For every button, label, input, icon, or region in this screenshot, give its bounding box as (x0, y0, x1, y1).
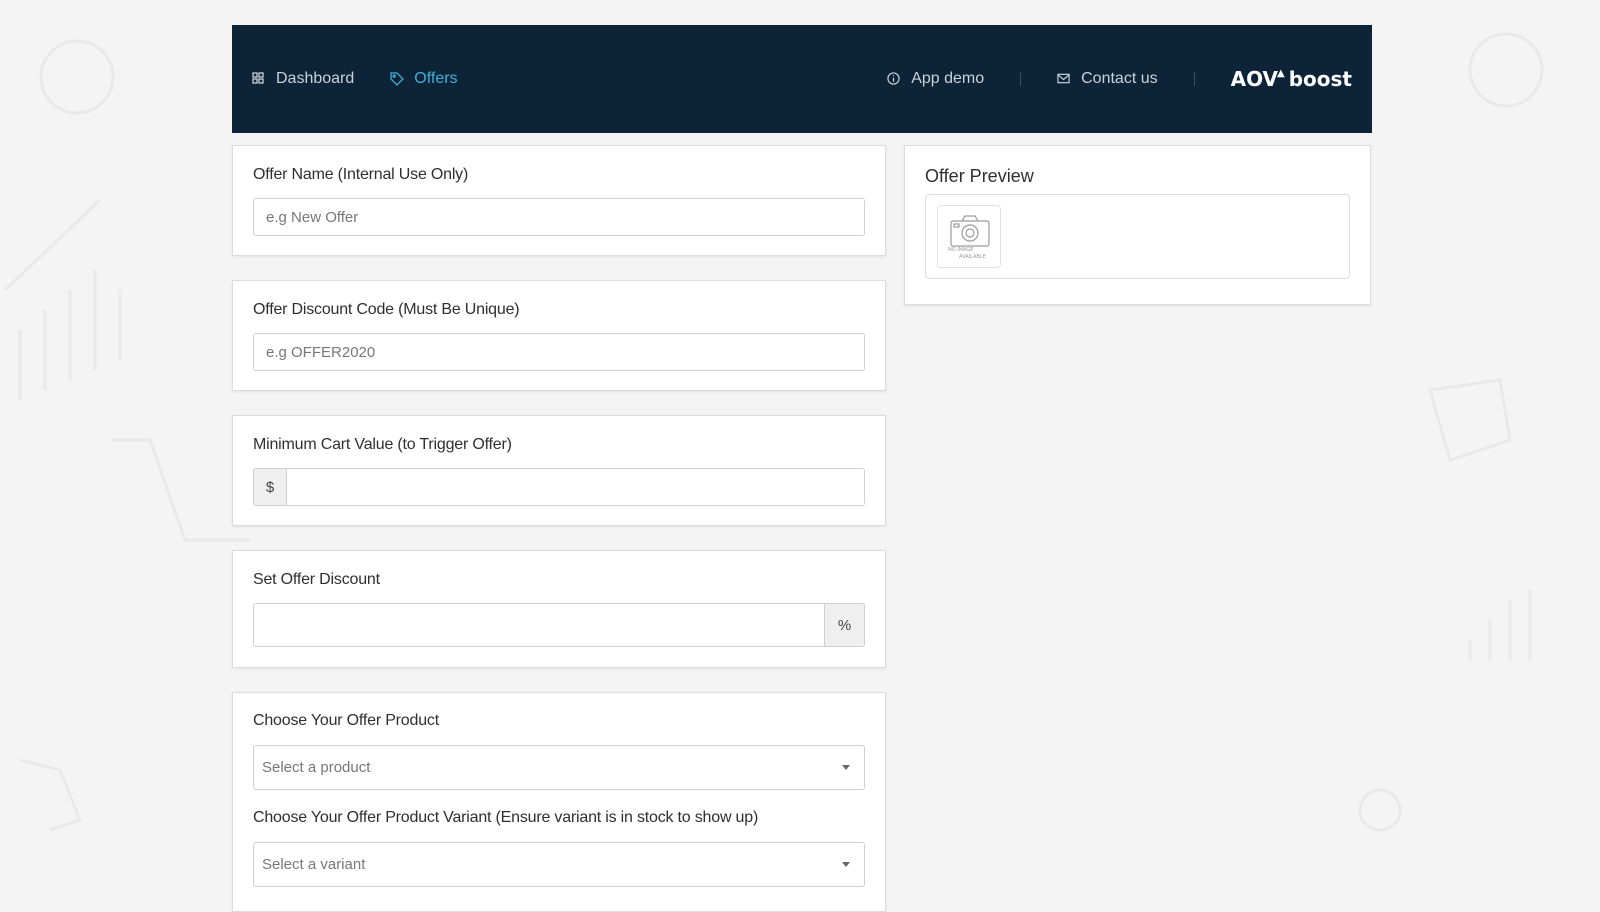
variant-select[interactable]: Select a variant (253, 842, 865, 887)
nav-item-app-demo[interactable]: App demo (887, 70, 984, 88)
nav-item-offers[interactable]: Offers (390, 70, 458, 88)
offer-product-card: Choose Your Offer Product Select a produ… (232, 692, 886, 912)
tag-icon (390, 72, 405, 86)
nav-separator (1193, 72, 1195, 86)
product-image-placeholder: NO IMAGE AVAILABLE (937, 205, 1001, 268)
no-image-text: NO IMAGE (948, 247, 974, 253)
offer-preview-card: Offer Preview NO IMAGE AVAILABLE (904, 145, 1371, 305)
nav-separator (1020, 72, 1022, 86)
envelope-icon (1057, 72, 1071, 86)
offer-discount-input[interactable] (254, 604, 824, 646)
chevron-down-icon (842, 862, 850, 867)
offer-variant-label: Choose Your Offer Product Variant (Ensur… (253, 809, 759, 826)
offer-discount-input-group: % (253, 603, 865, 647)
offer-preview-box: NO IMAGE AVAILABLE (925, 194, 1350, 279)
logo-text-b: boost (1288, 67, 1352, 91)
offer-product-label: Choose Your Offer Product (253, 712, 439, 729)
product-select[interactable]: Select a product (253, 745, 865, 790)
top-navbar: Dashboard Offers App demo Contact us AOV… (232, 25, 1372, 133)
nav-item-offers-label: Offers (414, 70, 458, 87)
nav-item-dashboard-label: Dashboard (276, 70, 355, 87)
min-cart-input[interactable] (287, 469, 864, 505)
nav-item-contact-us-label: Contact us (1081, 70, 1158, 87)
offer-name-label: Offer Name (Internal Use Only) (253, 166, 469, 183)
offer-name-card: Offer Name (Internal Use Only) (232, 145, 886, 256)
offer-name-input[interactable] (253, 198, 865, 236)
rocket-icon: ▲ (1277, 68, 1285, 79)
discount-code-label: Offer Discount Code (Must Be Unique) (253, 301, 520, 318)
chevron-down-icon (842, 765, 850, 770)
available-text: AVAILABLE (959, 254, 986, 260)
discount-code-input[interactable] (253, 333, 865, 371)
variant-select-placeholder: Select a variant (262, 856, 366, 873)
min-cart-label: Minimum Cart Value (to Trigger Offer) (253, 436, 512, 453)
product-select-placeholder: Select a product (262, 759, 371, 776)
app-logo[interactable]: AOV ▲ boost (1231, 67, 1352, 91)
min-cart-input-group: $ (253, 468, 865, 506)
offer-preview-title: Offer Preview (925, 166, 1034, 186)
camera-icon (950, 215, 990, 247)
grid-icon (252, 72, 266, 86)
currency-prefix: $ (254, 469, 287, 505)
discount-code-card: Offer Discount Code (Must Be Unique) (232, 280, 886, 391)
info-circle-icon (887, 72, 901, 86)
nav-item-dashboard[interactable]: Dashboard (252, 70, 354, 88)
offer-discount-card: Set Offer Discount % (232, 550, 886, 668)
nav-item-app-demo-label: App demo (911, 70, 985, 87)
percent-suffix: % (824, 604, 864, 646)
min-cart-card: Minimum Cart Value (to Trigger Offer) $ (232, 415, 886, 526)
logo-text-a: AOV (1230, 67, 1279, 91)
offer-discount-label: Set Offer Discount (253, 571, 380, 588)
nav-item-contact-us[interactable]: Contact us (1057, 70, 1158, 88)
